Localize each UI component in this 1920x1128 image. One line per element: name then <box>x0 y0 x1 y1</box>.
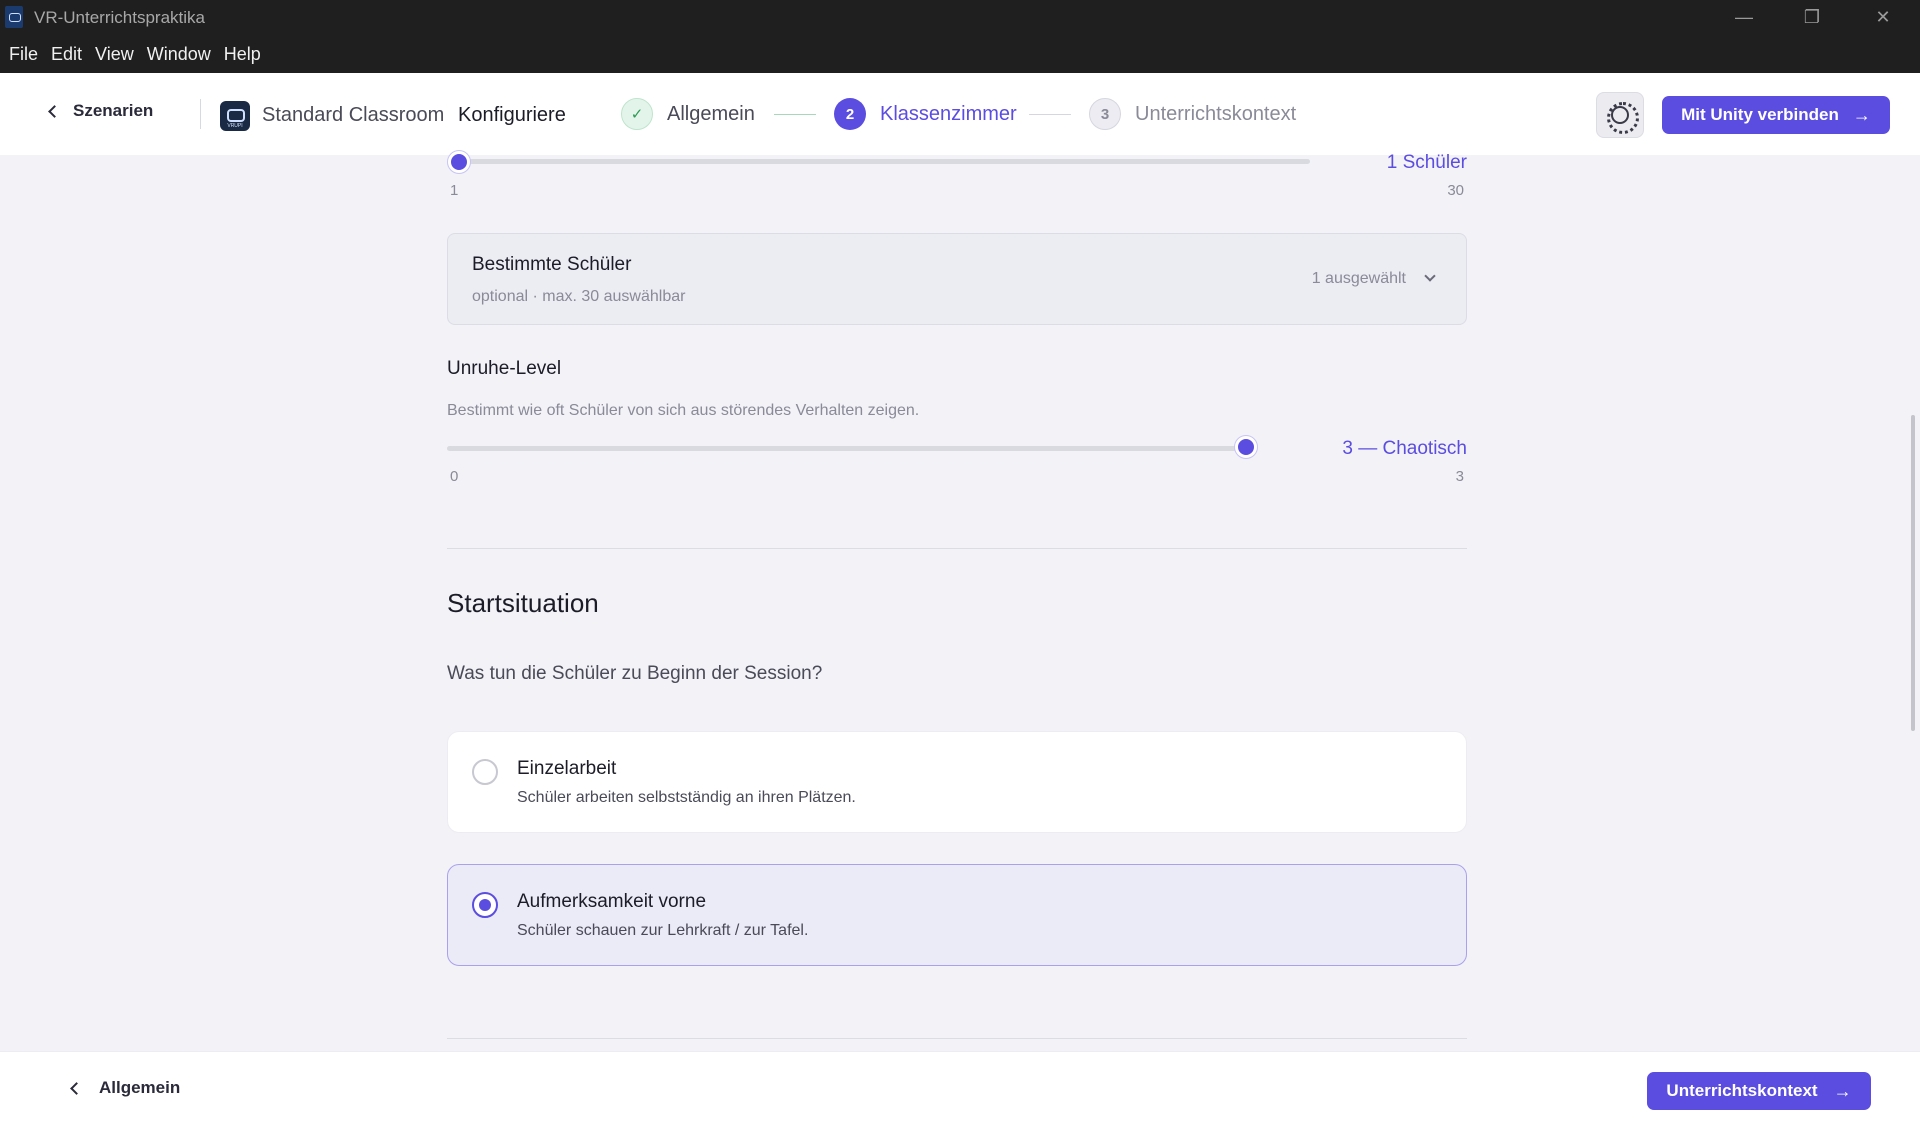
unrest-level-description: Bestimmt wie oft Schüler von sich aus st… <box>447 402 920 419</box>
window-title: VR-Unterrichtspraktika <box>34 8 205 27</box>
unrest-slider-thumb[interactable] <box>1235 436 1257 458</box>
option-title: Aufmerksamkeit vorne <box>517 891 707 912</box>
students-slider-track[interactable] <box>460 159 1310 164</box>
chevron-left-icon <box>70 1081 83 1095</box>
arrow-right-icon: → <box>1833 1080 1852 1101</box>
app-icon <box>5 6 23 28</box>
scenario-name: Standard Classroom <box>262 104 445 126</box>
step-klassenzimmer[interactable]: 2 Klassenzimmer <box>834 98 1017 130</box>
footer-bar: Allgemein Unterrichtskontext → <box>0 1051 1920 1128</box>
settings-button[interactable] <box>1596 92 1644 138</box>
scenario-logo-icon <box>220 101 250 131</box>
menu-view[interactable]: View <box>95 41 134 67</box>
connect-unity-button[interactable]: Mit Unity verbinden → <box>1662 96 1890 134</box>
section-divider <box>447 1038 1467 1039</box>
arrow-right-icon: → <box>1852 104 1871 125</box>
back-to-scenarios-link[interactable]: Szenarien <box>48 101 154 121</box>
menu-edit[interactable]: Edit <box>51 41 82 67</box>
unrest-slider-track[interactable] <box>447 446 1247 451</box>
specific-students-dropdown[interactable]: Bestimmte Schüler optional · max. 30 aus… <box>447 233 1467 325</box>
dropdown-selected-count: 1 ausgewählt <box>1311 270 1406 287</box>
unrest-level-value: 3 — Chaotisch <box>1342 438 1467 459</box>
step-label: Allgemein <box>667 102 755 125</box>
students-count-value: 1 Schüler <box>1386 152 1467 173</box>
section-divider <box>447 548 1467 549</box>
menu-help[interactable]: Help <box>224 41 261 67</box>
next-label: Unterrichtskontext <box>1666 1081 1818 1100</box>
dropdown-subtitle: optional · max. 30 auswählbar <box>472 288 686 305</box>
gear-icon <box>1607 102 1639 134</box>
scrollbar[interactable] <box>1911 415 1915 731</box>
connect-unity-label: Mit Unity verbinden <box>1681 105 1839 124</box>
step-label: Unterrichtskontext <box>1135 102 1297 125</box>
next-unterrichtskontext-button[interactable]: Unterrichtskontext → <box>1647 1072 1871 1110</box>
option-subtitle: Schüler arbeiten selbstständig an ihren … <box>517 789 856 806</box>
menu-bar: File Edit View Window Help <box>0 41 265 67</box>
unrest-slider-max: 3 <box>1455 468 1464 485</box>
students-slider-thumb[interactable] <box>448 151 470 173</box>
check-icon: ✓ <box>621 98 653 130</box>
start-situation-question: Was tun die Schüler zu Beginn der Sessio… <box>447 663 823 684</box>
app-header: Szenarien Standard Classroom Konfigurier… <box>0 73 1920 155</box>
maximize-button[interactable]: ❐ <box>1792 4 1832 30</box>
back-label: Allgemein <box>99 1078 181 1097</box>
title-bar: VR-Unterrichtspraktika — ❐ ✕ File Edit V… <box>0 0 1920 73</box>
chevron-down-icon <box>1424 270 1436 282</box>
step-connector <box>1029 114 1071 115</box>
option-title: Einzelarbeit <box>517 758 617 779</box>
unrest-level-label: Unruhe-Level <box>447 358 562 379</box>
minimize-button[interactable]: — <box>1724 4 1764 30</box>
option-aufmerksamkeit-vorne[interactable]: Aufmerksamkeit vorne Schüler schauen zur… <box>447 864 1467 966</box>
radio-button-selected[interactable] <box>472 892 498 918</box>
step-number: 2 <box>834 98 866 130</box>
mode-label: Konfiguriere <box>458 104 566 126</box>
dropdown-title: Bestimmte Schüler <box>472 254 632 275</box>
step-label: Klassenzimmer <box>880 102 1017 125</box>
step-connector <box>774 114 816 115</box>
step-allgemein[interactable]: ✓ Allgemein <box>621 98 755 130</box>
students-slider-min: 1 <box>450 182 459 199</box>
radio-button[interactable] <box>472 759 498 785</box>
option-einzelarbeit[interactable]: Einzelarbeit Schüler arbeiten selbststän… <box>447 731 1467 833</box>
start-situation-heading: Startsituation <box>447 588 599 618</box>
option-subtitle: Schüler schauen zur Lehrkraft / zur Tafe… <box>517 922 809 939</box>
step-number: 3 <box>1089 98 1121 130</box>
back-label: Szenarien <box>73 101 154 120</box>
step-unterrichtskontext[interactable]: 3 Unterrichtskontext <box>1089 98 1296 130</box>
chevron-left-icon <box>48 104 61 118</box>
unrest-slider-min: 0 <box>450 468 459 485</box>
back-to-allgemein-button[interactable]: Allgemein <box>70 1078 181 1098</box>
close-button[interactable]: ✕ <box>1863 4 1903 30</box>
menu-window[interactable]: Window <box>147 41 211 67</box>
divider <box>200 99 201 129</box>
students-slider-max: 30 <box>1447 182 1464 199</box>
menu-file[interactable]: File <box>9 41 38 67</box>
